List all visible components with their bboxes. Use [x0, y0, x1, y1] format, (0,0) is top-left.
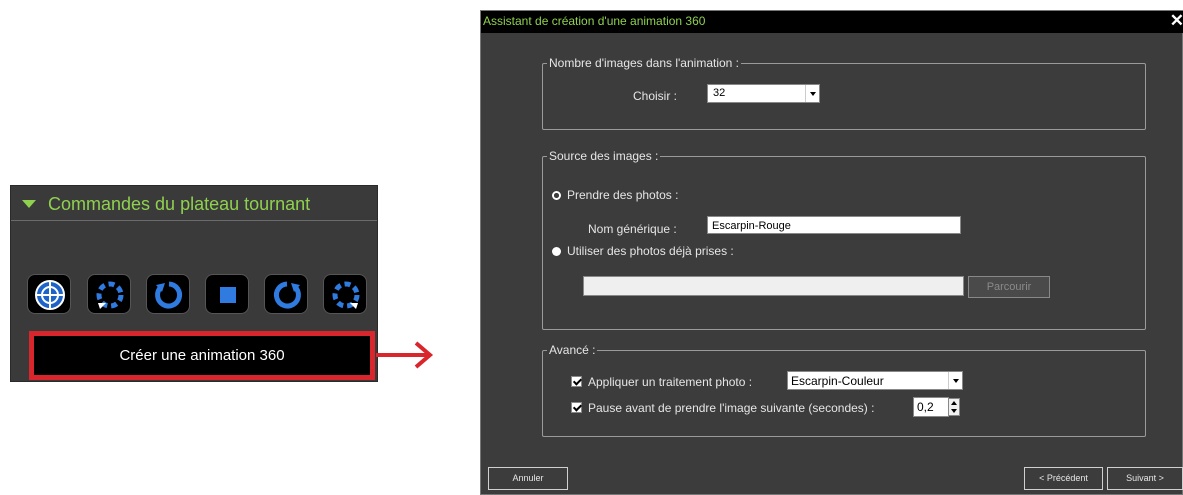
pause-input[interactable]: 0,2: [913, 397, 949, 417]
generic-name-input[interactable]: Escarpin-Rouge: [707, 216, 961, 234]
choose-label: Choisir :: [633, 89, 678, 103]
next-button[interactable]: Suivant >: [1107, 467, 1183, 490]
generic-name-value: Escarpin-Rouge: [712, 220, 791, 232]
use-existing-photos-label[interactable]: Utiliser des photos déjà prises :: [567, 244, 734, 258]
dialog-title: Assistant de création d'une animation 36…: [483, 14, 706, 28]
previous-button[interactable]: < Précédent: [1024, 467, 1103, 490]
expand-triangle-icon[interactable]: [22, 200, 36, 208]
generic-name-label: Nom générique :: [588, 222, 677, 236]
rotate-right-dashed-button[interactable]: [323, 274, 367, 314]
stop-square-icon: [220, 287, 236, 303]
apply-processing-label[interactable]: Appliquer un traitement photo :: [588, 375, 752, 389]
red-arrow-icon: [376, 341, 434, 369]
take-photos-radio[interactable]: [552, 191, 561, 200]
images-count-select[interactable]: 32: [707, 84, 820, 103]
take-photos-label[interactable]: Prendre des photos :: [567, 188, 678, 202]
rotate-cw-icon: [273, 281, 301, 309]
rotate-ccw-button[interactable]: [146, 274, 190, 314]
images-count-group: Nombre d'images dans l'animation : Chois…: [542, 56, 1146, 130]
apply-processing-checkbox[interactable]: [571, 376, 582, 387]
cancel-button[interactable]: Annuler: [488, 467, 568, 490]
image-source-legend: Source des images :: [547, 149, 661, 163]
panel-title: Commandes du plateau tournant: [48, 194, 311, 214]
images-count-legend: Nombre d'images dans l'animation :: [547, 56, 742, 70]
browse-button[interactable]: Parcourir: [968, 276, 1050, 298]
use-existing-photos-radio[interactable]: [552, 247, 561, 256]
stop-button[interactable]: [205, 274, 249, 314]
rotate-ccw-icon: [155, 281, 183, 309]
rotate-right-dashed-icon: [332, 281, 360, 309]
image-source-group: Source des images : Prendre des photos :…: [542, 149, 1146, 330]
pause-checkbox[interactable]: [571, 402, 582, 413]
advanced-legend: Avancé :: [547, 343, 598, 357]
dialog-titlebar: Assistant de création d'une animation 36…: [481, 11, 1183, 33]
pause-stepper[interactable]: [948, 398, 960, 416]
photos-path-input[interactable]: [583, 276, 964, 296]
advanced-group: Avancé : Appliquer un traitement photo :…: [542, 343, 1146, 437]
images-count-value: 32: [713, 87, 726, 99]
rotate-cw-button[interactable]: [264, 274, 308, 314]
crosshair-target-button[interactable]: [27, 274, 71, 314]
turntable-panel: Commandes du plateau tournant Créer une …: [10, 185, 378, 382]
processing-select[interactable]: Escarpin-Couleur: [787, 371, 963, 390]
chevron-down-icon[interactable]: [948, 372, 962, 389]
panel-header[interactable]: Commandes du plateau tournant: [11, 186, 377, 221]
animation-wizard-dialog: Assistant de création d'une animation 36…: [480, 10, 1183, 495]
create-animation-highlight: Créer une animation 360: [29, 331, 375, 380]
chevron-down-icon[interactable]: [805, 85, 819, 102]
rotate-left-dashed-button[interactable]: [87, 274, 131, 314]
close-icon[interactable]: ✕: [1170, 11, 1183, 31]
create-animation-button[interactable]: Créer une animation 360: [34, 336, 370, 375]
crosshair-target-icon: [35, 280, 65, 310]
pause-label[interactable]: Pause avant de prendre l'image suivante …: [588, 401, 874, 415]
rotate-left-dashed-icon: [96, 281, 124, 309]
processing-value: Escarpin-Couleur: [791, 374, 884, 388]
pause-value: 0,2: [917, 400, 934, 414]
